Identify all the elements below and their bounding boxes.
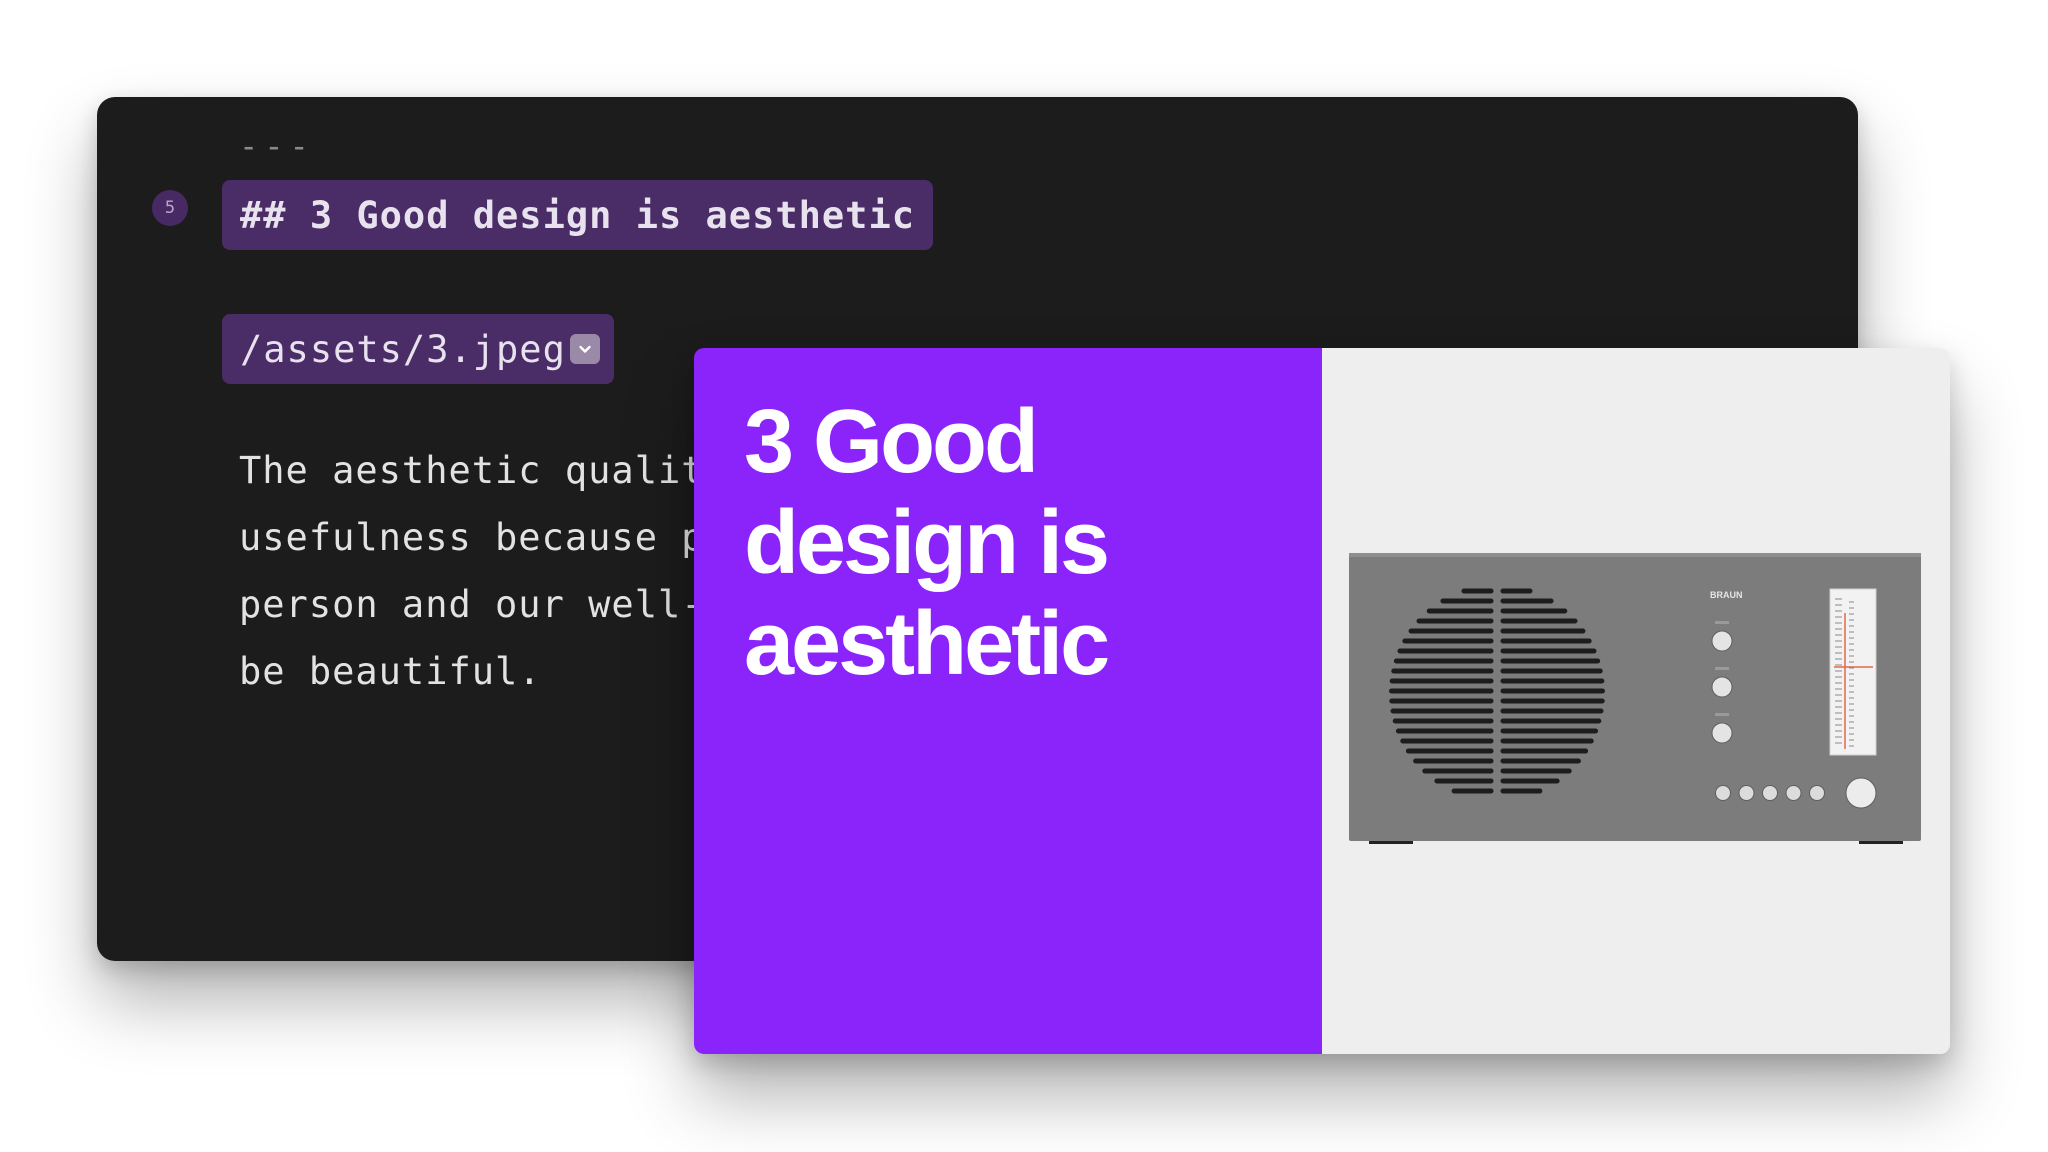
radio-product-image: BRAUN xyxy=(1349,553,1921,844)
slide-heading-line[interactable]: ## 3 Good design is aesthetic xyxy=(222,180,934,250)
slide-preview: 3 Good design is aesthetic BRAUN xyxy=(694,348,1950,1054)
slide-title: 3 Good design is aesthetic xyxy=(744,392,1304,695)
brand-label: BRAUN xyxy=(1710,590,1743,600)
slide-title-panel: 3 Good design is aesthetic xyxy=(694,348,1322,1054)
slide-title-line: 3 Good xyxy=(744,392,1039,492)
slide-title-line: design is xyxy=(744,493,1110,593)
asset-path-text: /assets/3.jpeg xyxy=(240,327,566,371)
slide-number-badge[interactable]: 5 xyxy=(152,190,188,226)
slide-separator: --- xyxy=(239,127,315,165)
asset-path-chip[interactable]: /assets/3.jpeg xyxy=(222,314,614,384)
chevron-down-icon[interactable] xyxy=(569,334,600,364)
slide-title-line: aesthetic xyxy=(744,594,1110,694)
slide-image-panel: BRAUN xyxy=(1322,348,1950,1054)
